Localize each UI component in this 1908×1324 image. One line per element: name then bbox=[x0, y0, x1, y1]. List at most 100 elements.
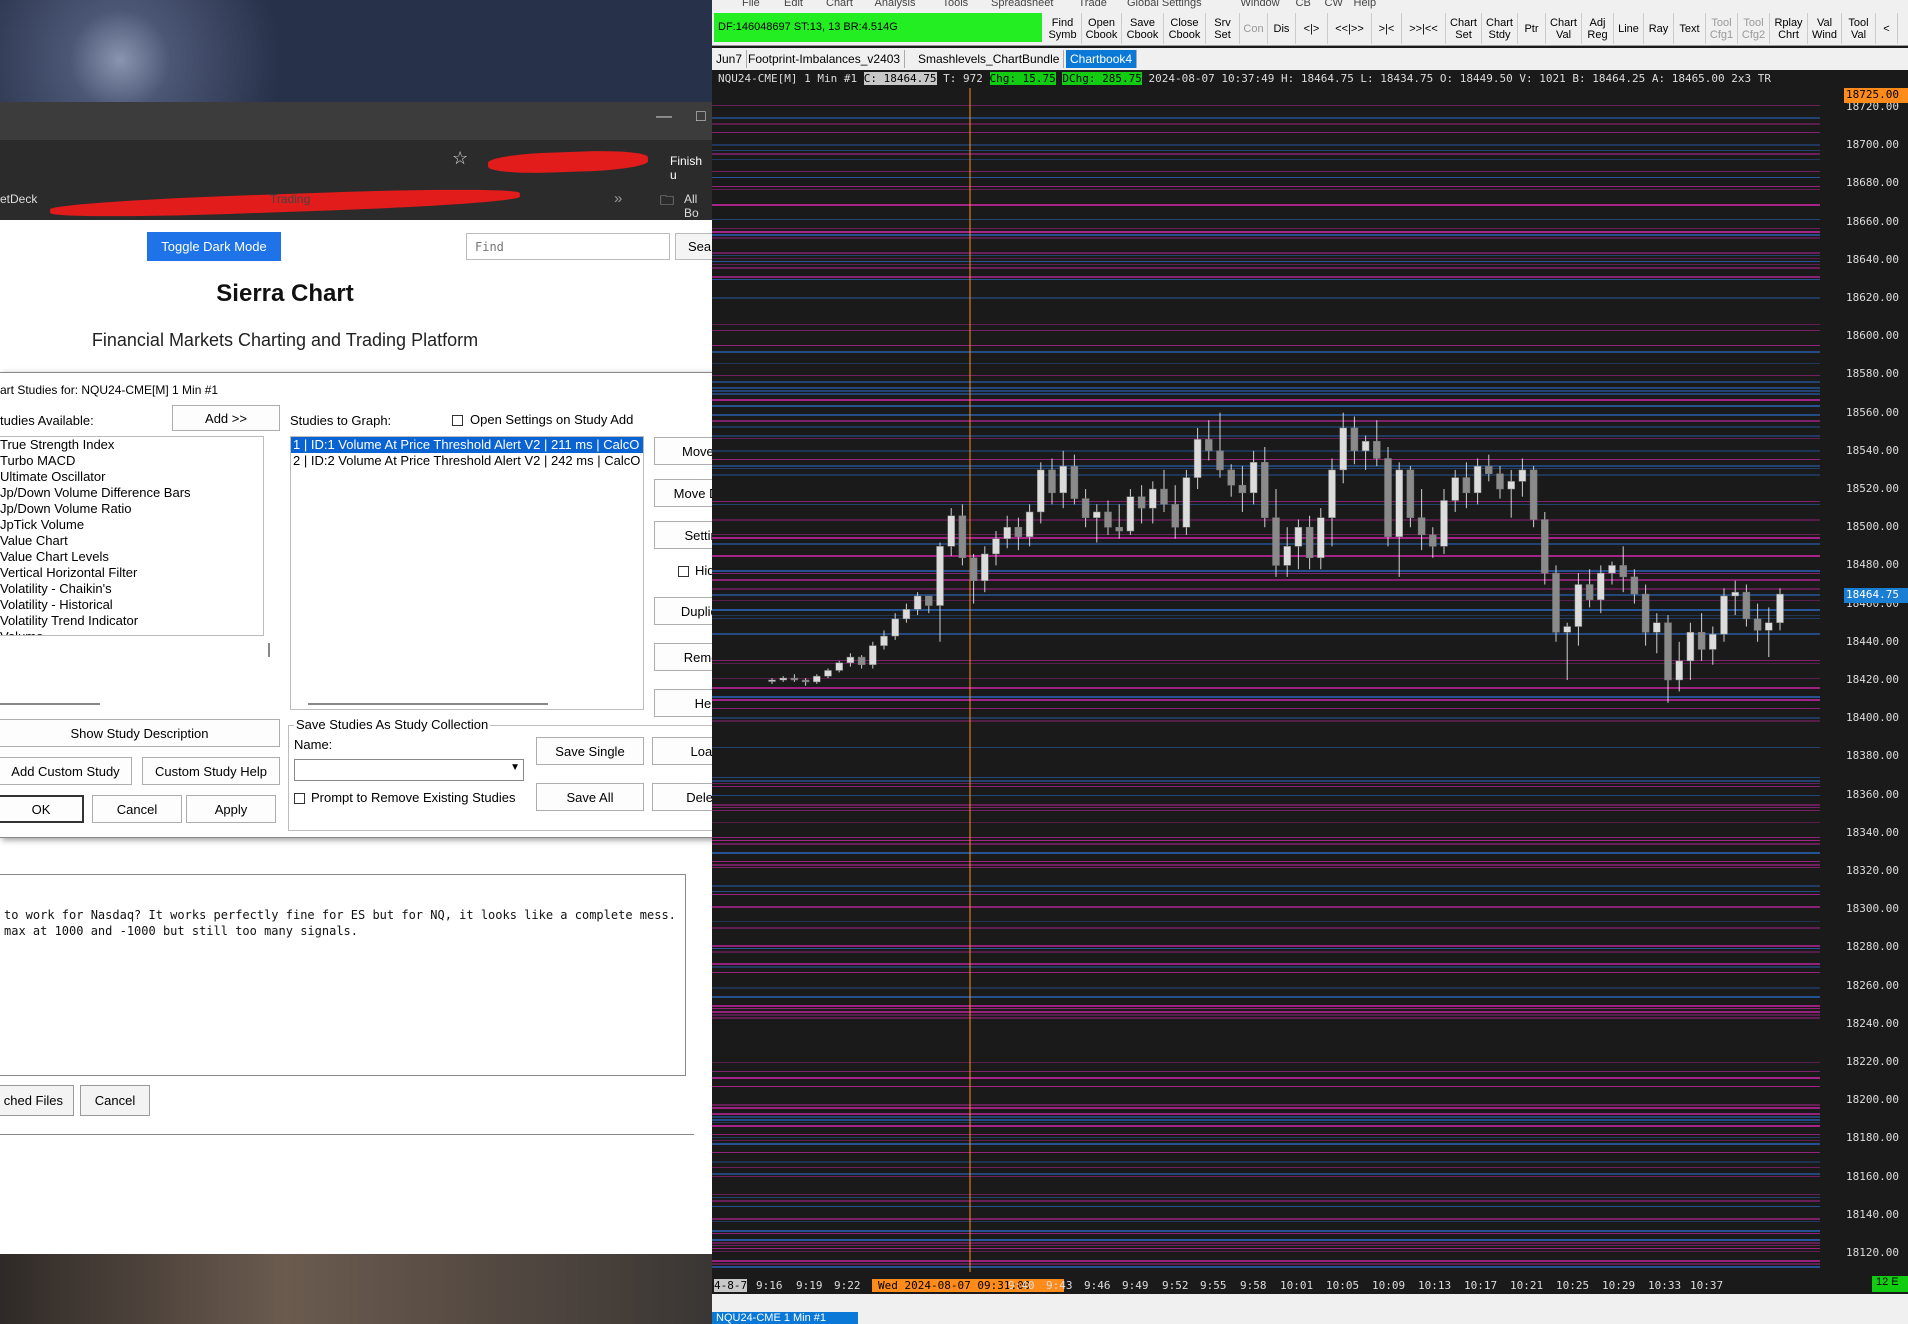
find-input[interactable] bbox=[466, 233, 670, 260]
study-list-item[interactable]: Volume bbox=[0, 629, 255, 635]
save-all-button[interactable]: Save All bbox=[536, 783, 644, 811]
toolbar-button[interactable]: Rplay Chrt bbox=[1770, 13, 1808, 44]
menu-item[interactable]: Window bbox=[1241, 0, 1280, 9]
study-list-item[interactable]: JpTick Volume bbox=[0, 517, 255, 533]
menu-item[interactable]: Help bbox=[1354, 0, 1377, 9]
horizontal-scrollbar[interactable] bbox=[308, 703, 548, 705]
toolbar-button[interactable]: Open Cbook bbox=[1082, 13, 1122, 44]
menu-item[interactable]: Tools bbox=[943, 0, 969, 9]
menu-item[interactable]: Trade bbox=[1079, 0, 1107, 9]
menu-item[interactable]: File bbox=[742, 0, 760, 9]
volume-band bbox=[712, 405, 1820, 407]
study-list-item[interactable]: Volatility - Chaikin's bbox=[0, 581, 255, 597]
study-list-item[interactable]: Jp/Down Volume Difference Bars bbox=[0, 485, 255, 501]
show-study-description-button[interactable]: Show Study Description bbox=[0, 719, 280, 747]
cancel-button[interactable]: Cancel bbox=[92, 795, 182, 823]
all-bookmarks[interactable]: All Bo bbox=[684, 192, 712, 220]
maximize-icon[interactable]: □ bbox=[696, 108, 706, 126]
graph-list-item[interactable]: 1 | ID:1 Volume At Price Threshold Alert… bbox=[291, 437, 643, 453]
price-chart[interactable] bbox=[712, 88, 1830, 1272]
toolbar-button[interactable]: Chart Set bbox=[1446, 13, 1482, 44]
toggle-dark-mode-button[interactable]: Toggle Dark Mode bbox=[147, 232, 281, 261]
toolbar-button[interactable]: Con bbox=[1240, 13, 1268, 44]
volume-band bbox=[712, 234, 1820, 236]
prompt-remove-checkbox[interactable] bbox=[294, 793, 305, 804]
candle-body bbox=[1025, 511, 1034, 538]
toolbar-button[interactable]: >>|<< bbox=[1402, 13, 1446, 44]
toolbar-button[interactable]: <|> bbox=[1296, 13, 1328, 44]
chartbook-tab[interactable]: Footprint-Imbalances_v2403 bbox=[744, 50, 906, 68]
study-list-item[interactable]: Jp/Down Volume Ratio bbox=[0, 501, 255, 517]
toolbar-button[interactable]: Tool Cfg1 bbox=[1706, 13, 1738, 44]
toolbar-button[interactable]: Val Wind bbox=[1808, 13, 1842, 44]
volume-band bbox=[712, 1008, 1820, 1009]
toolbar-button[interactable]: Chart Val bbox=[1546, 13, 1582, 44]
study-list-item[interactable]: Value Chart Levels bbox=[0, 549, 255, 565]
toolbar-button[interactable]: <<|>> bbox=[1328, 13, 1372, 44]
study-list-item[interactable]: Volatility Trend Indicator bbox=[0, 613, 255, 629]
studies-available-list[interactable]: True Strength Index Turbo MACD Ultimate Os… bbox=[0, 436, 264, 636]
menu-item[interactable]: Chart bbox=[826, 0, 853, 9]
study-list-item[interactable]: Value Chart bbox=[0, 533, 255, 549]
ok-button[interactable]: OK bbox=[0, 795, 84, 823]
attached-files-button[interactable]: ched Files bbox=[0, 1085, 74, 1116]
menu-item[interactable]: Global Settings bbox=[1127, 0, 1202, 9]
search-button[interactable]: Sea bbox=[675, 233, 715, 260]
price-tick-label: 18300.00 bbox=[1846, 902, 1899, 916]
toolbar-button[interactable]: Ptr bbox=[1518, 13, 1546, 44]
toolbar-button[interactable]: Ray bbox=[1644, 13, 1674, 44]
toolbar-button[interactable]: Find Symb bbox=[1044, 13, 1082, 44]
toolbar-button[interactable]: Adj Reg bbox=[1582, 13, 1614, 44]
apply-button[interactable]: Apply bbox=[186, 795, 276, 823]
study-list-item[interactable]: Volatility - Historical bbox=[0, 597, 255, 613]
toolbar-button[interactable]: Dis bbox=[1268, 13, 1296, 44]
cancel-post-button[interactable]: Cancel bbox=[80, 1085, 150, 1116]
menu-item[interactable]: CB bbox=[1296, 0, 1311, 9]
study-list-item[interactable]: True Strength Index bbox=[0, 437, 255, 453]
add-custom-study-button[interactable]: Add Custom Study bbox=[0, 757, 132, 785]
toolbar-button[interactable]: Close Cbook bbox=[1164, 13, 1206, 44]
menu-item[interactable]: Edit bbox=[784, 0, 803, 9]
toolbar-button[interactable]: Tool Cfg2 bbox=[1738, 13, 1770, 44]
scrollbar-thumb[interactable] bbox=[268, 643, 270, 657]
toolbar-button[interactable]: Text bbox=[1674, 13, 1706, 44]
menu-item[interactable]: Analysis bbox=[875, 0, 916, 9]
toolbar-button[interactable]: Srv Set bbox=[1206, 13, 1240, 44]
candle-body bbox=[1395, 469, 1403, 538]
toolbar-button[interactable]: Line bbox=[1614, 13, 1644, 44]
add-study-button[interactable]: Add >> bbox=[172, 405, 280, 431]
hide-checkbox[interactable] bbox=[678, 566, 689, 577]
toolbar-button[interactable]: Chart Stdy bbox=[1482, 13, 1518, 44]
chart-window-tab[interactable]: NQU24-CME 1 Min #1 bbox=[712, 1312, 858, 1324]
open-settings-checkbox[interactable] bbox=[452, 415, 463, 426]
study-list-item[interactable]: Ultimate Oscillator bbox=[0, 469, 255, 485]
toolbar-button[interactable]: >|< bbox=[1372, 13, 1402, 44]
chartbook-tab[interactable]: Chartbook4 bbox=[1066, 50, 1138, 68]
toolbar-button[interactable]: < bbox=[1876, 13, 1898, 44]
study-list-item[interactable]: Turbo MACD bbox=[0, 453, 255, 469]
menu-item[interactable]: Spreadsheet bbox=[991, 0, 1053, 9]
chevron-down-icon[interactable]: ▼ bbox=[510, 762, 520, 773]
post-textarea[interactable]: to work for Nasdaq? It works perfectly f… bbox=[0, 874, 686, 1076]
bookmark-item[interactable]: etDeck bbox=[0, 192, 37, 206]
menu-item[interactable]: CW bbox=[1325, 0, 1343, 9]
save-single-button[interactable]: Save Single bbox=[536, 737, 644, 765]
collection-name-combobox[interactable]: ▼ bbox=[294, 759, 524, 781]
bookmark-item[interactable]: Trading bbox=[270, 192, 310, 206]
chartbook-tab[interactable]: Jun7 bbox=[712, 50, 748, 68]
bookmark-star-icon[interactable]: ☆ bbox=[452, 148, 468, 169]
custom-study-help-button[interactable]: Custom Study Help bbox=[142, 757, 280, 785]
toolbar-button[interactable]: Save Cbook bbox=[1122, 13, 1164, 44]
profile-button[interactable]: Finish u bbox=[670, 154, 712, 182]
volume-band bbox=[712, 780, 1820, 782]
time-tick-label: 9:16 bbox=[756, 1279, 783, 1292]
chartbook-tab[interactable]: Smashlevels_ChartBundle bbox=[914, 50, 1065, 68]
toolbar-button[interactable]: Tool Val bbox=[1842, 13, 1876, 44]
study-list-item[interactable]: Vertical Horizontal Filter bbox=[0, 565, 255, 581]
horizontal-scrollbar[interactable] bbox=[0, 703, 100, 705]
minimize-icon[interactable]: — bbox=[656, 108, 672, 126]
graph-list-item[interactable]: 2 | ID:2 Volume At Price Threshold Alert… bbox=[291, 453, 643, 469]
studies-to-graph-list[interactable]: 1 | ID:1 Volume At Price Threshold Alert… bbox=[290, 436, 644, 710]
more-bookmarks-icon[interactable]: » bbox=[614, 190, 622, 207]
volume-band bbox=[712, 633, 1820, 635]
